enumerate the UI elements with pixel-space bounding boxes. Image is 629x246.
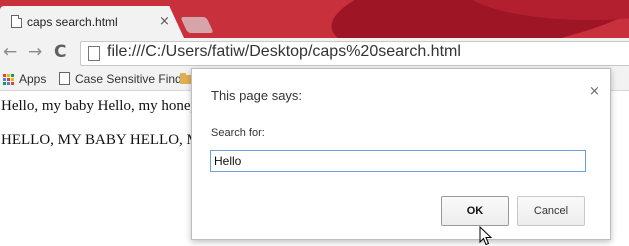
forward-arrow-icon[interactable]: → (28, 42, 42, 62)
prompt-dialog: This page says: × Search for: OK Cancel (191, 68, 611, 240)
tab-title: caps search.html (27, 15, 118, 29)
new-tab-button[interactable] (180, 17, 214, 33)
address-bar[interactable]: file:///C:/Users/fatiw/Desktop/caps%20se… (80, 41, 629, 66)
page-icon (11, 15, 22, 28)
ok-button[interactable]: OK (441, 196, 509, 226)
page-icon (59, 72, 70, 85)
mouse-pointer-icon (479, 226, 493, 246)
tab-close-icon[interactable]: × (159, 14, 170, 29)
toolbar: ← → C file:///C:/Users/fatiw/Desktop/cap… (0, 38, 629, 68)
bookmark-item[interactable]: Case Sensitive Find (75, 72, 182, 86)
search-input[interactable] (210, 150, 586, 172)
apps-grid-icon[interactable] (3, 74, 14, 85)
bookmark-apps[interactable]: Apps (19, 72, 46, 86)
cancel-button[interactable]: Cancel (517, 196, 585, 226)
address-bar-url: file:///C:/Users/fatiw/Desktop/caps%20se… (107, 43, 461, 60)
reload-icon[interactable]: C (54, 42, 66, 62)
paragraph: HELLO, MY BABY HELLO, M (1, 132, 200, 148)
close-icon[interactable]: × (589, 84, 600, 99)
page-icon (88, 46, 100, 61)
dialog-prompt-label: Search for: (211, 127, 265, 139)
dialog-title: This page says: (211, 88, 303, 103)
back-arrow-icon[interactable]: ← (3, 42, 17, 62)
browser-tab[interactable]: caps search.html × (0, 6, 184, 38)
paragraph: Hello, my baby Hello, my honey (1, 98, 199, 114)
tab-strip: caps search.html × (0, 0, 629, 38)
